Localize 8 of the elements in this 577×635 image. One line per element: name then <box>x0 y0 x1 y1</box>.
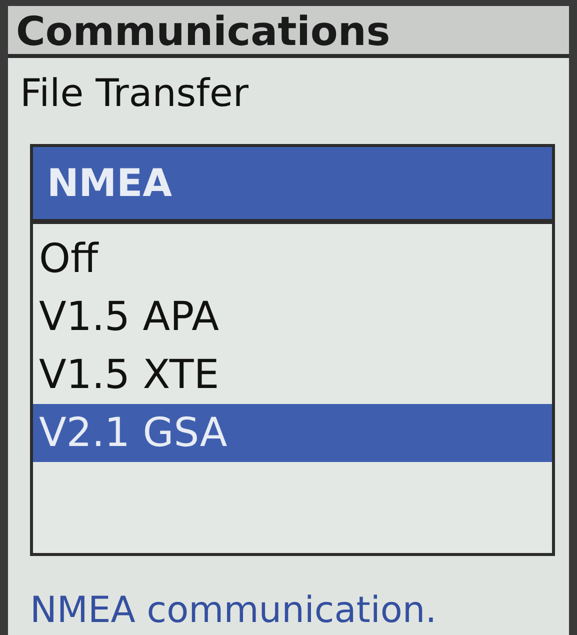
field-label: File Transfer <box>20 72 250 114</box>
dropdown-title: NMEA <box>33 147 552 219</box>
option-item[interactable]: V2.1 GSA <box>33 404 552 462</box>
option-item[interactable]: V1.5 APA <box>33 288 552 346</box>
option-item[interactable]: V1.5 XTE <box>33 346 552 404</box>
status-text: NMEA communication. <box>30 590 437 631</box>
window-title: Communications <box>8 6 569 58</box>
option-item[interactable]: Off <box>33 230 552 288</box>
